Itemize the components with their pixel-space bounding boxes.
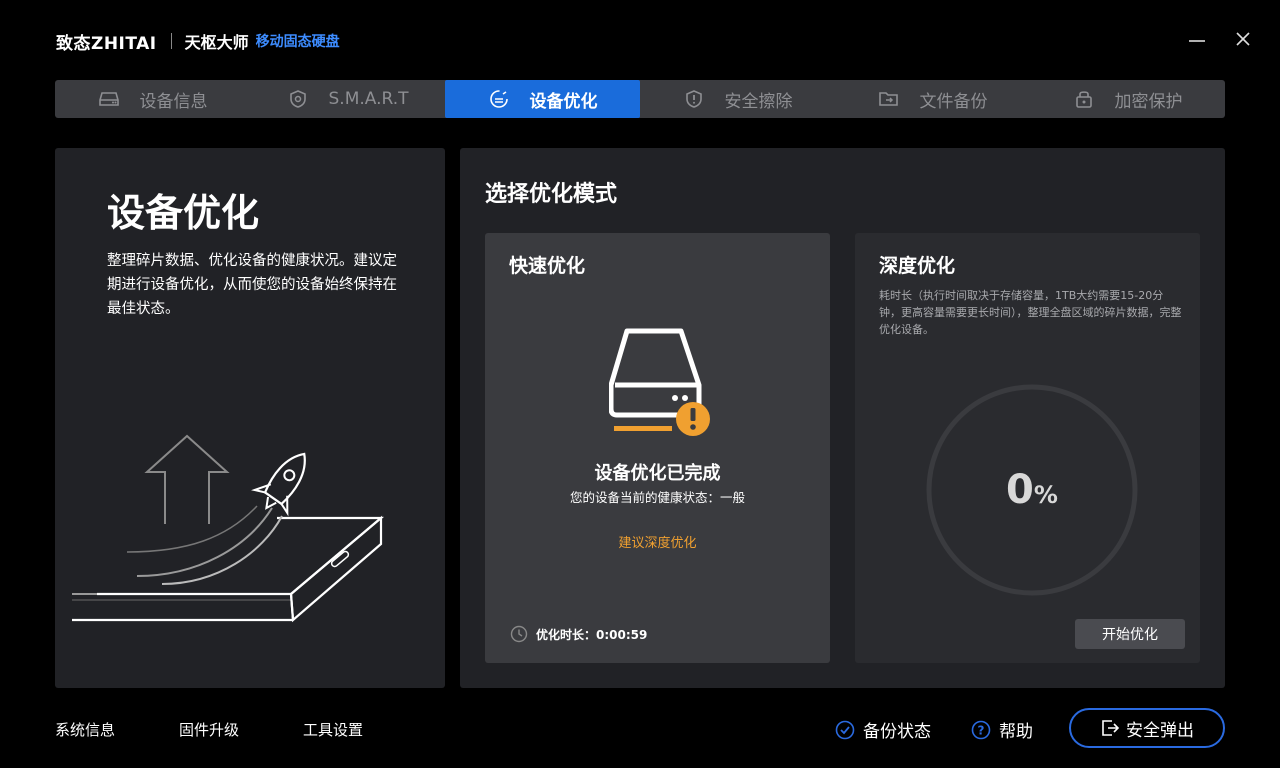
deep-optimize-card[interactable]: 深度优化 耗时长（执行时间取决于存储容量，1TB大约需要15-20分钟，更高容量… [855, 233, 1200, 663]
tab-device-info[interactable]: 设备信息 [55, 80, 250, 118]
tab-smart[interactable]: S.M.A.R.T [250, 80, 445, 118]
system-info-link[interactable]: 系统信息 [55, 719, 115, 740]
intro-panel: 设备优化 整理碎片数据、优化设备的健康状况。建议定期进行设备优化，从而使您的设备… [55, 148, 445, 688]
tab-optimize[interactable]: 设备优化 [445, 80, 640, 118]
optimize-status-text: 设备优化已完成 [594, 463, 721, 484]
optimize-duration-text: 优化时长：0:00:59 [536, 627, 648, 642]
optimize-icon [488, 88, 510, 110]
page-description: 整理碎片数据、优化设备的健康状况。建议定期进行设备优化，从而使您的设备始终保持在… [107, 253, 397, 317]
quick-optimize-title: 快速优化 [509, 255, 586, 277]
backup-status-label: 备份状态 [863, 722, 931, 742]
deep-optimize-description: 耗时长（执行时间取决于存储容量，1TB大约需要15-20分钟，更高容量需要更长时… [879, 289, 1182, 336]
close-button[interactable] [1230, 26, 1256, 52]
optimize-hero-illustration [72, 434, 385, 623]
close-icon [1236, 32, 1250, 46]
drive-warning-icon [609, 328, 710, 436]
product-name: 移动固态硬盘 [255, 34, 340, 50]
tab-encryption[interactable]: 加密保护 [1030, 80, 1225, 118]
progress-value: 0 % [925, 383, 1139, 597]
brand-divider [170, 33, 172, 49]
help-icon: ? [971, 720, 991, 740]
help-label: 帮助 [999, 722, 1033, 742]
help-button[interactable]: ? 帮助 [971, 717, 1033, 742]
progress-unit: % [1033, 481, 1058, 509]
brand: 致态ZHITAI 天枢大师 移动固态硬盘 [56, 28, 340, 54]
tab-file-backup[interactable]: 文件备份 [835, 80, 1030, 118]
folder-icon [878, 88, 900, 110]
safe-eject-button[interactable]: 安全弹出 [1069, 708, 1225, 748]
suggest-deep-optimize-link[interactable]: 建议深度优化 [485, 532, 830, 551]
check-circle-icon [835, 720, 855, 740]
tab-label: 文件备份 [919, 91, 988, 112]
drive-icon [98, 88, 120, 110]
clock-icon [510, 625, 528, 643]
minimize-button[interactable] [1184, 26, 1210, 52]
progress-number: 0 [1006, 467, 1034, 513]
tab-bar: 设备信息 S.M.A.R.T 设备优化 安全擦除 文件备份 加密保护 [55, 80, 1225, 118]
tab-label: 设备优化 [529, 91, 598, 112]
app-name: 天枢大师 [184, 33, 249, 52]
minimize-icon [1189, 40, 1205, 42]
mode-panel-title: 选择优化模式 [485, 182, 618, 207]
tab-label: 安全擦除 [724, 91, 793, 112]
optimize-duration: 优化时长：0:00:59 [510, 625, 647, 643]
backup-status-button[interactable]: 备份状态 [835, 717, 931, 742]
brand-logo: 致态ZHITAI [56, 33, 157, 54]
tab-label: S.M.A.R.T [328, 89, 409, 109]
firmware-upgrade-link[interactable]: 固件升级 [179, 719, 239, 740]
tab-label: 设备信息 [139, 91, 208, 112]
shield-icon [287, 88, 309, 110]
eject-icon [1100, 718, 1120, 738]
tool-settings-link[interactable]: 工具设置 [303, 719, 363, 740]
page-title: 设备优化 [107, 191, 260, 235]
deep-optimize-title: 深度优化 [879, 255, 956, 277]
start-optimize-button[interactable]: 开始优化 [1075, 619, 1185, 649]
safe-eject-label: 安全弹出 [1126, 720, 1194, 741]
svg-text:?: ? [978, 723, 985, 737]
tab-secure-erase[interactable]: 安全擦除 [640, 80, 835, 118]
quick-optimize-card[interactable]: 快速优化 设备优化已完成 您的设备当前的健康状态：一般 建议深度优化 优化时长：… [485, 233, 830, 663]
alert-shield-icon [683, 88, 705, 110]
mode-panel: 选择优化模式 快速优化 设备优化已完成 您的设备当前的健康状态：一般 建议深度优… [460, 148, 1225, 688]
health-status-text: 您的设备当前的健康状态：一般 [569, 490, 745, 505]
tab-label: 加密保护 [1114, 91, 1183, 112]
lock-icon [1073, 88, 1095, 110]
